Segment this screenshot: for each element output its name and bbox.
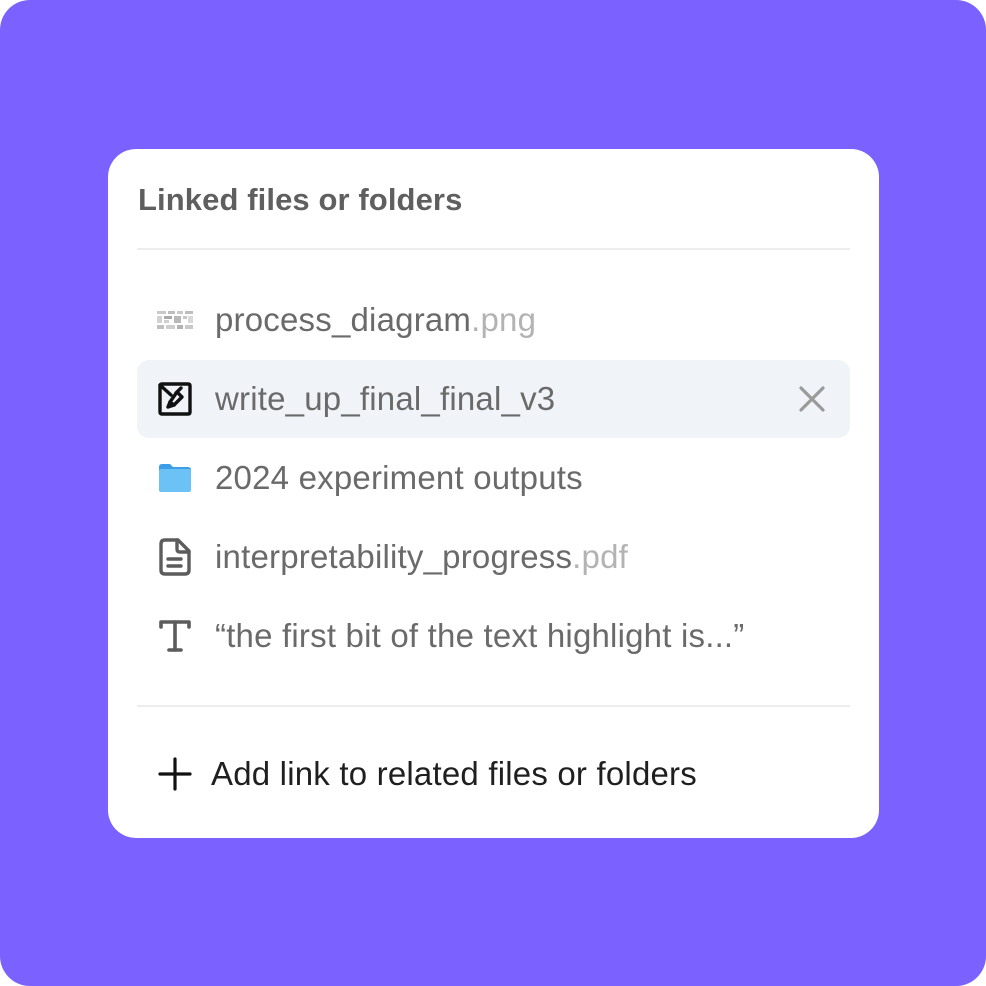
linked-file-row[interactable]: process_diagram.png: [137, 281, 850, 359]
linked-file-row-active[interactable]: write_up_final_final_v3: [137, 360, 850, 438]
file-base-name: write_up_final_final_v3: [215, 380, 556, 417]
file-base-name: process_diagram: [215, 301, 472, 338]
linked-file-row[interactable]: interpretability_progress.pdf: [137, 518, 850, 596]
add-link-button[interactable]: Add link to related files or folders: [137, 735, 850, 813]
linked-file-row[interactable]: “the first bit of the text highlight is.…: [137, 597, 850, 675]
text-icon: [156, 617, 194, 655]
plus-icon: [158, 757, 192, 791]
document-icon: [156, 538, 194, 576]
image-thumbnail-icon: [156, 301, 194, 339]
background-frame: Linked files or folders process_diagram.…: [0, 0, 986, 986]
add-link-label: Add link to related files or folders: [211, 755, 697, 792]
file-base-name: 2024 experiment outputs: [215, 459, 583, 496]
linked-file-name: write_up_final_final_v3: [215, 380, 555, 418]
linked-files-list: process_diagram.png write_up_final_final…: [137, 281, 850, 676]
divider: [137, 248, 850, 250]
linked-file-name: 2024 experiment outputs: [215, 459, 583, 497]
divider: [137, 705, 850, 707]
file-extension: .png: [471, 301, 537, 338]
linked-files-panel: Linked files or folders process_diagram.…: [108, 149, 879, 838]
panel-title: Linked files or folders: [138, 182, 463, 217]
linked-file-name: interpretability_progress.pdf: [215, 538, 628, 576]
file-extension: .pdf: [572, 538, 629, 575]
linked-file-name: process_diagram.png: [215, 301, 536, 339]
linked-file-row[interactable]: 2024 experiment outputs: [137, 439, 850, 517]
close-icon: [799, 386, 825, 412]
file-base-name: interpretability_progress: [215, 538, 573, 575]
linked-doc-icon: [156, 380, 194, 418]
linked-file-name: “the first bit of the text highlight is.…: [215, 617, 745, 655]
folder-icon: [156, 459, 194, 497]
remove-link-button[interactable]: [796, 383, 828, 415]
file-base-name: “the first bit of the text highlight is.…: [215, 617, 745, 654]
